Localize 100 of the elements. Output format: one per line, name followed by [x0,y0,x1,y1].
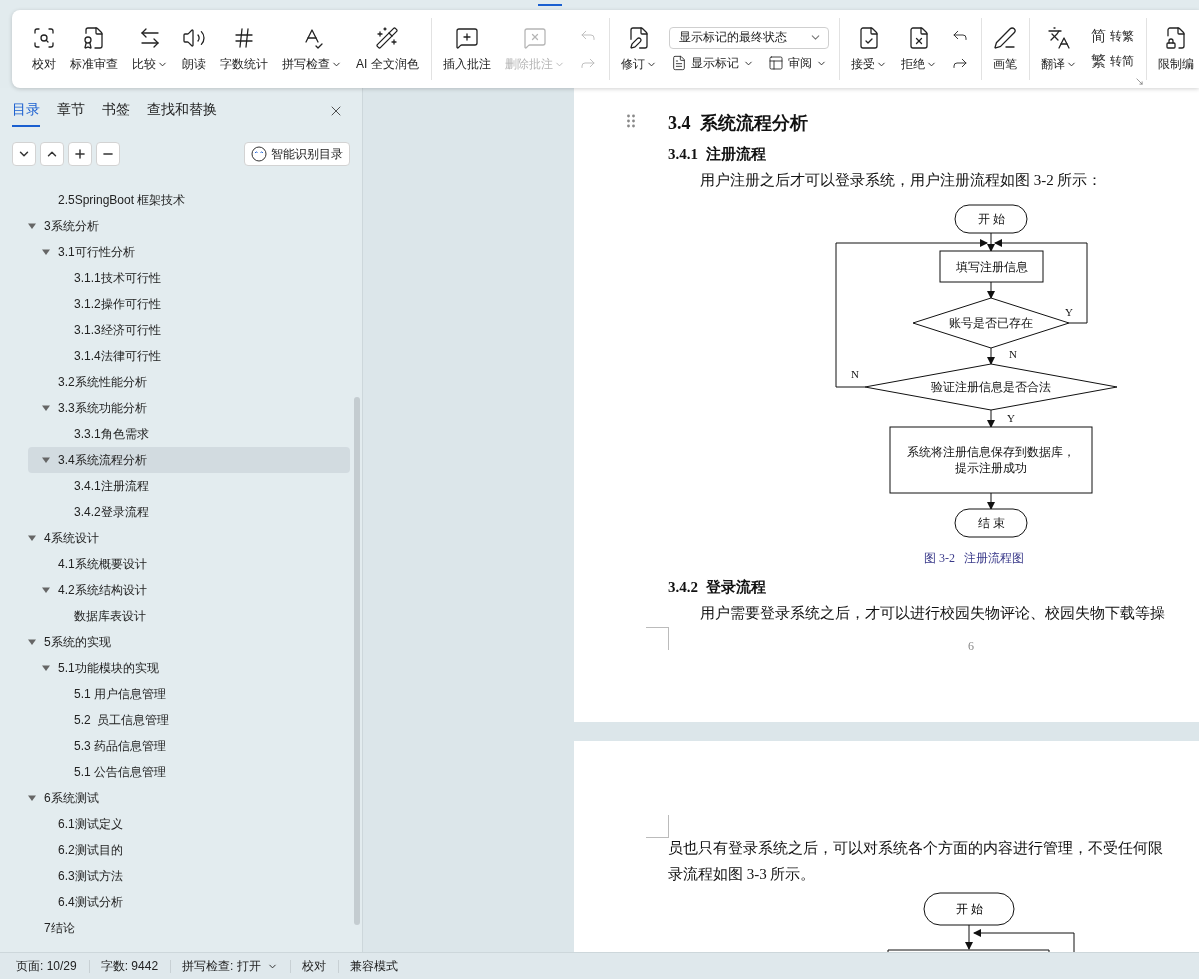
expand-triangle-icon[interactable] [42,404,50,412]
outline-item[interactable]: 3系统分析 [28,213,350,239]
outline-item[interactable]: 6.2测试目的 [28,837,350,863]
section-heading: 3.4 系统流程分析 [668,112,809,135]
outline-item[interactable]: 6.4测试分析 [28,889,350,915]
terminal-node: 开 始 [954,204,1028,234]
status-item[interactable]: 兼容模式 [337,957,410,975]
smart-outline-button[interactable]: 智能识别目录 [244,142,350,166]
ribbon-button[interactable]: 简 转繁 [1088,27,1136,46]
connector-arrow [987,409,995,428]
expand-triangle-icon[interactable] [42,248,50,256]
status-item[interactable]: 拼写检查: 打开 [170,957,290,975]
outline-item[interactable]: 5.3 药品信息管理 [28,733,350,759]
scan-search-icon [32,25,56,50]
minus-button[interactable] [96,142,120,166]
outline-item[interactable]: 5.1 公告信息管理 [28,759,350,785]
circle-icon [251,146,267,162]
ribbon-button[interactable]: 比较 [126,10,174,88]
ribbon-button[interactable]: 拼写检查 [276,10,348,88]
scrollbar-thumb[interactable] [354,397,360,925]
outline-item[interactable]: 3.1.1技术可行性 [28,265,350,291]
expand-triangle-icon[interactable] [28,222,36,230]
ribbon-button[interactable]: 繁 转简 [1088,52,1136,71]
ribbon-button[interactable]: 审阅 [765,54,829,72]
expand-corner-icon[interactable] [1134,77,1144,86]
outline-item[interactable]: 5.1功能模块的实现 [28,655,350,681]
chevron-up-button[interactable] [40,142,64,166]
edge-label: Y [1007,412,1015,424]
outline-item[interactable]: 3.4.1注册流程 [28,473,350,499]
outline-item[interactable]: 3.1.3经济可行性 [28,317,350,343]
connector-arrow [987,492,995,510]
outline-item[interactable]: 3.4系统流程分析 [28,447,350,473]
comment-x-icon [522,25,547,50]
ribbon-button[interactable]: AI 全文润色 [350,10,425,88]
outline-item[interactable]: 7结论 [28,915,350,941]
ribbon-button[interactable]: 字数统计 [214,10,274,88]
decision-diamond: 验证注册信息是否合法 [864,363,1118,411]
edge-label: Y [1065,306,1073,318]
outline-item[interactable]: 3.1.4法律可行性 [28,343,350,369]
terminal-node: 开 始 [923,892,1015,926]
edge-label: N [851,368,859,380]
panel-tab[interactable]: 书签 [102,95,130,127]
ribbon-button[interactable]: 接受 [844,10,893,88]
outline-item[interactable]: 6系统测试 [28,785,350,811]
expand-triangle-icon[interactable] [28,794,36,802]
document-lock-icon [1163,25,1188,50]
outline-item[interactable]: 5.2 员工信息管理 [28,707,350,733]
character-glyph: 简 [1090,27,1106,46]
outline-item[interactable]: 3.1.2操作可行性 [28,291,350,317]
ribbon-button[interactable]: 翻译 [1034,10,1083,88]
ribbon-button[interactable]: 拒绝 [894,10,943,88]
markup-dropdown[interactable]: 显示标记的最终状态 [668,26,829,49]
expand-triangle-icon[interactable] [28,638,36,646]
ribbon-button[interactable]: 显示标记 [668,54,756,72]
ribbon-button[interactable]: 插入批注 [436,10,497,88]
terminal-node: 结 束 [954,508,1028,538]
status-item[interactable]: 校对 [289,957,338,975]
expand-triangle-icon[interactable] [42,586,50,594]
ribbon-button[interactable]: 校对 [26,10,62,88]
outline-item[interactable]: 4.1系统概要设计 [28,551,350,577]
outline-item[interactable]: 3.3系统功能分析 [28,395,350,421]
ribbon-button[interactable]: 朗读 [176,10,212,88]
outline-item[interactable]: 4.2系统结构设计 [28,577,350,603]
panel-tab[interactable]: 目录 [12,95,40,127]
active-tab-indicator [538,4,562,6]
ribbon-button[interactable]: 画笔 [986,10,1023,88]
subsection-heading: 3.4.2 登录流程 [668,578,767,597]
outline-item[interactable]: 3.3.1角色需求 [28,421,350,447]
ribbon-button[interactable]: 修订 [614,10,663,88]
outline-item[interactable]: 3.1可行性分析 [28,239,350,265]
plus-button[interactable] [68,142,92,166]
edge-label: N [1009,348,1017,360]
ribbon-button[interactable]: 限制编 [1151,10,1199,88]
ribbon-button[interactable]: 标准审查 [64,10,124,88]
page-number: 6 [967,639,975,654]
expand-triangle-icon[interactable] [42,664,50,672]
body-paragraph: 用户注册之后才可以登录系统，用户注册流程如图 3-2 所示： [699,171,1104,190]
body-paragraph: 用户需要登录系统之后，才可以进行校园失物评论、校园失物下载等操 [699,604,1166,623]
comment-plus-icon [454,25,479,50]
collapse-down-button[interactable] [12,142,36,166]
status-item[interactable]: 字数: 9442 [88,957,171,975]
outline-item[interactable]: 6.1测试定义 [28,811,350,837]
crop-mark [646,627,669,650]
outline-item[interactable]: 5系统的实现 [28,629,350,655]
panel-tab[interactable]: 查找和替换 [147,95,217,127]
expand-triangle-icon[interactable] [42,456,50,464]
expand-triangle-icon[interactable] [28,534,36,542]
outline-item[interactable]: 3.2系统性能分析 [28,369,350,395]
panel-tab[interactable]: 章节 [57,95,85,127]
status-item[interactable]: 页面: 10/29 [4,957,89,975]
outline-item[interactable]: 5.1 用户信息管理 [28,681,350,707]
outline-item[interactable]: 6.3测试方法 [28,863,350,889]
panel-icon [767,55,784,71]
magic-wand-icon [375,25,400,50]
drag-handle-icon[interactable] [627,114,635,128]
outline-item[interactable]: 数据库表设计 [28,603,350,629]
outline-item[interactable]: 2.5SpringBoot 框架技术 [28,187,350,213]
outline-item[interactable]: 4系统设计 [28,525,350,551]
outline-item[interactable]: 3.4.2登录流程 [28,499,350,525]
crop-mark [646,815,669,838]
